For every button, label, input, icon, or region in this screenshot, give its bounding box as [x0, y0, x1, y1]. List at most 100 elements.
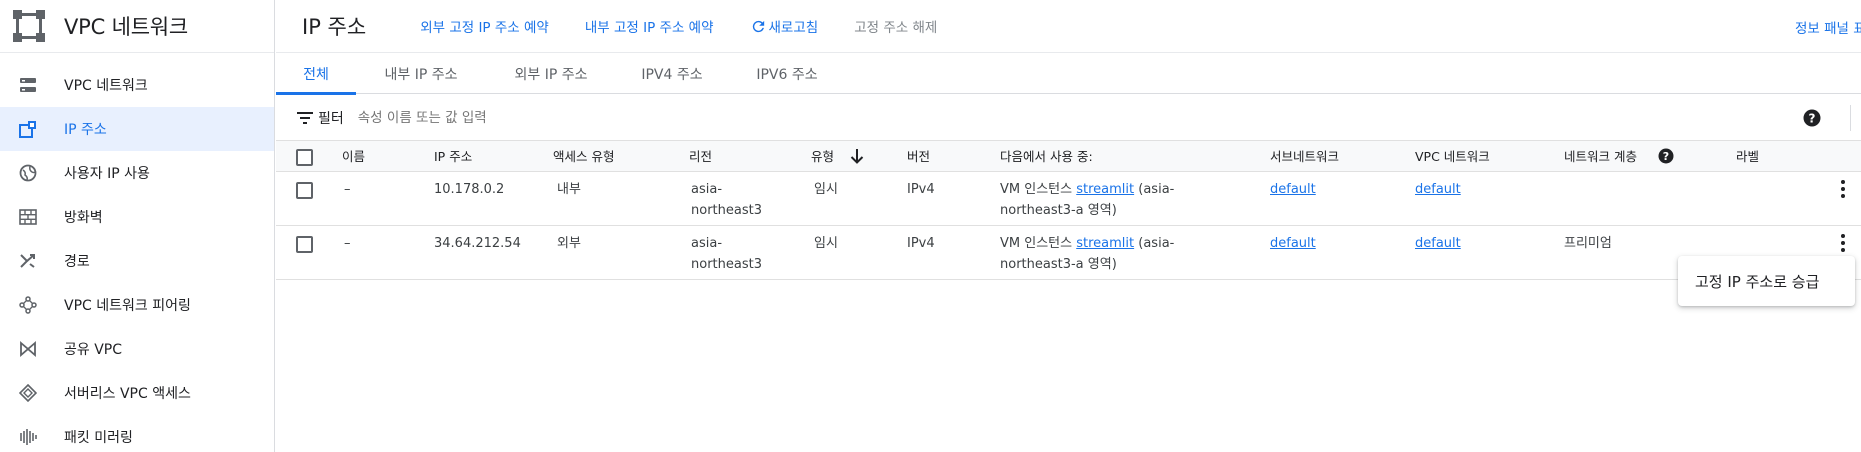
filter-input[interactable]	[357, 109, 958, 126]
column-header-region[interactable]: 리전	[689, 146, 712, 167]
cell-used-by: VM 인스턴스 streamlit (asia- northeast3-a 영역…	[1000, 233, 1174, 275]
vpc-network-link[interactable]: default	[1415, 179, 1461, 200]
globe-icon	[18, 163, 38, 183]
select-all-checkbox[interactable]	[296, 149, 313, 166]
more-actions-icon[interactable]	[1840, 234, 1846, 256]
sidebar-item-label: 경로	[64, 254, 90, 270]
sidebar-item-label: 패킷 미러링	[64, 430, 133, 446]
sidebar: VPC 네트워크 VPC 네트워크 IP 주소 사용자 IP 사용 방화벽 경로…	[0, 0, 275, 452]
sidebar-item-bring-your-own-ip[interactable]: 사용자 IP 사용	[0, 151, 274, 195]
instance-link[interactable]: streamlit	[1076, 236, 1134, 251]
cell-region: asia- northeast3	[691, 233, 762, 275]
show-info-panel-button[interactable]: 정보 패널 표시	[1795, 0, 1861, 53]
tab-ipv4[interactable]: IPV4 주소	[616, 54, 728, 94]
table-row: – 10.178.0.2 내부 asia- northeast3 임시 IPv4…	[276, 172, 1861, 226]
column-header-network-tier-label: 네트워크 계층	[1564, 149, 1637, 164]
filter-icon[interactable]	[296, 111, 314, 125]
sidebar-item-shared-vpc[interactable]: 공유 VPC	[0, 327, 274, 371]
row-checkbox[interactable]	[296, 236, 313, 253]
cell-type: 임시	[814, 236, 838, 251]
column-header-subnetwork[interactable]: 서브네트워크	[1270, 146, 1339, 167]
sidebar-item-firewall[interactable]: 방화벽	[0, 195, 274, 239]
used-by-prefix: VM 인스턴스	[1000, 236, 1073, 251]
sidebar-item-routes[interactable]: 경로	[0, 239, 274, 283]
used-by-prefix: VM 인스턴스	[1000, 182, 1073, 197]
cell-region-line: northeast3	[691, 203, 762, 218]
sidebar-item-label: 공유 VPC	[64, 342, 123, 358]
used-by-zone: (asia-	[1138, 236, 1175, 251]
subnetwork-link[interactable]: default	[1270, 179, 1316, 200]
ip-address-icon	[18, 119, 38, 139]
sidebar-item-ip-address[interactable]: IP 주소	[0, 107, 274, 151]
column-header-name[interactable]: 이름	[342, 146, 365, 167]
tab-external-ip[interactable]: 외부 IP 주소	[486, 54, 616, 94]
vpc-network-link[interactable]: default	[1415, 233, 1461, 254]
sidebar-item-vpc-network[interactable]: VPC 네트워크	[0, 63, 274, 107]
page-title: IP 주소	[302, 15, 367, 39]
release-static-address-button[interactable]: 고정 주소 해제	[854, 16, 937, 36]
used-by-zone-line: northeast3-a 영역)	[1000, 257, 1117, 272]
column-header-version[interactable]: 버전	[907, 146, 930, 167]
column-header-type[interactable]: 유형	[811, 146, 864, 167]
sort-descending-icon	[850, 149, 864, 164]
column-header-vpc-network[interactable]: VPC 네트워크	[1415, 146, 1490, 167]
vpc-network-logo-icon	[12, 9, 46, 43]
svg-text:?: ?	[1663, 150, 1669, 163]
sidebar-item-packet-mirroring[interactable]: 패킷 미러링	[0, 415, 274, 452]
sidebar-item-serverless-vpc-access[interactable]: 서버리스 VPC 액세스	[0, 371, 274, 415]
sidebar-header: VPC 네트워크	[0, 0, 274, 53]
reserve-external-ip-button[interactable]: 외부 고정 IP 주소 예약	[420, 16, 549, 36]
sidebar-item-vpc-peering[interactable]: VPC 네트워크 피어링	[0, 283, 274, 327]
cell-region-line: asia-	[691, 182, 723, 197]
sidebar-item-label: VPC 네트워크 피어링	[64, 298, 191, 314]
routes-icon	[18, 251, 38, 271]
column-header-used-by[interactable]: 다음에서 사용 중:	[1000, 146, 1093, 167]
column-header-type-label: 유형	[811, 149, 835, 164]
serverless-icon	[18, 383, 38, 403]
sidebar-item-label: 방화벽	[64, 210, 103, 226]
sidebar-nav: VPC 네트워크 IP 주소 사용자 IP 사용 방화벽 경로 VPC 네트워크…	[0, 53, 274, 452]
cell-access-type: 내부	[557, 182, 581, 197]
instance-link[interactable]: streamlit	[1076, 182, 1134, 197]
toolbar: IP 주소 외부 고정 IP 주소 예약 내부 고정 IP 주소 예약 새로고침…	[276, 0, 1861, 53]
cell-access-type: 외부	[557, 236, 581, 251]
column-header-network-tier[interactable]: 네트워크 계층 ?	[1564, 146, 1674, 167]
help-icon[interactable]: ?	[1658, 148, 1674, 164]
refresh-icon	[752, 20, 764, 32]
tab-internal-ip[interactable]: 내부 IP 주소	[356, 54, 486, 94]
tab-all[interactable]: 전체	[276, 54, 356, 95]
row-checkbox[interactable]	[296, 182, 313, 199]
column-header-access-type[interactable]: 액세스 유형	[553, 146, 614, 167]
cell-region-line: northeast3	[691, 257, 762, 272]
cell-ip: 10.178.0.2	[434, 182, 505, 197]
cell-network-tier: 프리미엄	[1564, 236, 1612, 251]
ip-address-table: 이름 IP 주소 액세스 유형 리전 유형 버전 다음에서 사용 중: 서브네트…	[276, 140, 1861, 280]
refresh-button[interactable]: 새로고침	[750, 16, 818, 36]
promote-to-static-menu-item[interactable]: 고정 IP 주소로 승급	[1678, 256, 1855, 306]
used-by-zone-line: northeast3-a 영역)	[1000, 203, 1117, 218]
sidebar-item-label: 서버리스 VPC 액세스	[64, 386, 191, 402]
cell-region-line: asia-	[691, 236, 723, 251]
cell-name: –	[344, 236, 351, 251]
tab-ipv6[interactable]: IPV6 주소	[728, 54, 846, 94]
cell-version: IPv4	[907, 236, 935, 251]
vpc-network-icon	[18, 75, 38, 95]
filter-label: 필터	[318, 110, 344, 127]
sidebar-title: VPC 네트워크	[64, 15, 189, 39]
cell-type: 임시	[814, 182, 838, 197]
sidebar-item-label: IP 주소	[64, 122, 107, 138]
reserve-internal-ip-button[interactable]: 내부 고정 IP 주소 예약	[585, 16, 714, 36]
used-by-zone: (asia-	[1138, 182, 1175, 197]
shared-vpc-icon	[18, 339, 38, 359]
table-header-row: 이름 IP 주소 액세스 유형 리전 유형 버전 다음에서 사용 중: 서브네트…	[276, 140, 1861, 172]
subnetwork-link[interactable]: default	[1270, 233, 1316, 254]
more-actions-icon[interactable]	[1840, 180, 1846, 202]
svg-text:?: ?	[1809, 112, 1816, 126]
tab-bar: 전체 내부 IP 주소 외부 IP 주소 IPV4 주소 IPV6 주소	[276, 54, 1861, 95]
column-header-labels[interactable]: 라벨	[1736, 146, 1759, 167]
cell-name: –	[344, 182, 351, 197]
column-header-ip[interactable]: IP 주소	[434, 146, 472, 167]
cell-region: asia- northeast3	[691, 179, 762, 221]
help-icon[interactable]: ?	[1803, 109, 1821, 127]
table-row: – 34.64.212.54 외부 asia- northeast3 임시 IP…	[276, 226, 1861, 280]
